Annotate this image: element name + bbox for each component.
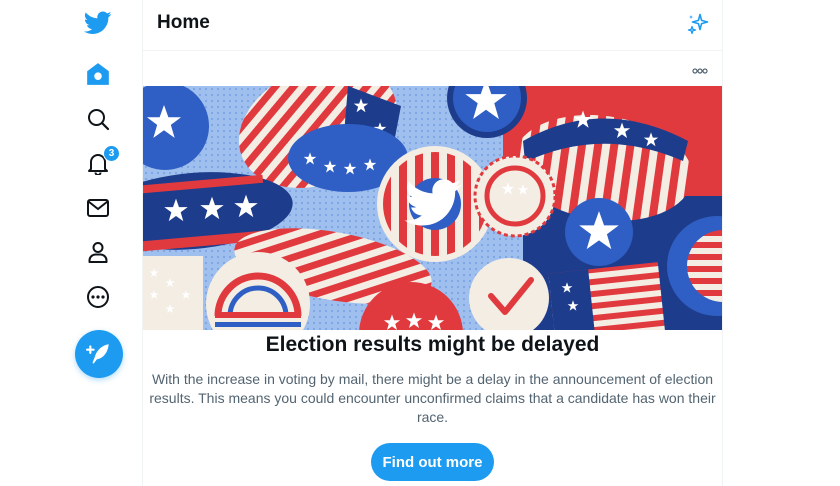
main-column: Home Election results might be delayed W…	[142, 0, 723, 486]
nav-profile[interactable]	[74, 232, 122, 272]
notice-more-button[interactable]	[692, 61, 708, 79]
timeline-header: Home	[143, 0, 722, 51]
nav-explore[interactable]	[74, 99, 122, 139]
more-circle-icon	[87, 286, 109, 308]
find-out-more-button[interactable]: Find out more	[371, 443, 494, 481]
page-title: Home	[157, 12, 210, 33]
nav-home[interactable]	[74, 54, 122, 94]
notification-badge: 3	[103, 145, 120, 162]
sidebar: 3	[0, 0, 142, 486]
person-icon	[88, 242, 108, 263]
top-tweets-toggle[interactable]	[686, 12, 710, 41]
twitter-logo-icon[interactable]	[74, 3, 122, 43]
nav-messages[interactable]	[74, 188, 122, 228]
nav-notifications[interactable]: 3	[74, 143, 122, 183]
sparkle-icon	[687, 13, 709, 35]
notice-title: Election results might be delayed	[265, 333, 600, 356]
feather-plus-icon	[86, 344, 109, 364]
ellipsis-icon	[692, 68, 708, 74]
mail-icon	[87, 199, 109, 217]
election-banner-image	[143, 86, 722, 330]
notice-body: With the increase in voting by mail, the…	[149, 371, 716, 425]
home-icon	[87, 63, 109, 85]
compose-tweet-button[interactable]	[75, 330, 123, 378]
search-icon	[88, 109, 110, 131]
nav-more[interactable]	[74, 277, 122, 317]
